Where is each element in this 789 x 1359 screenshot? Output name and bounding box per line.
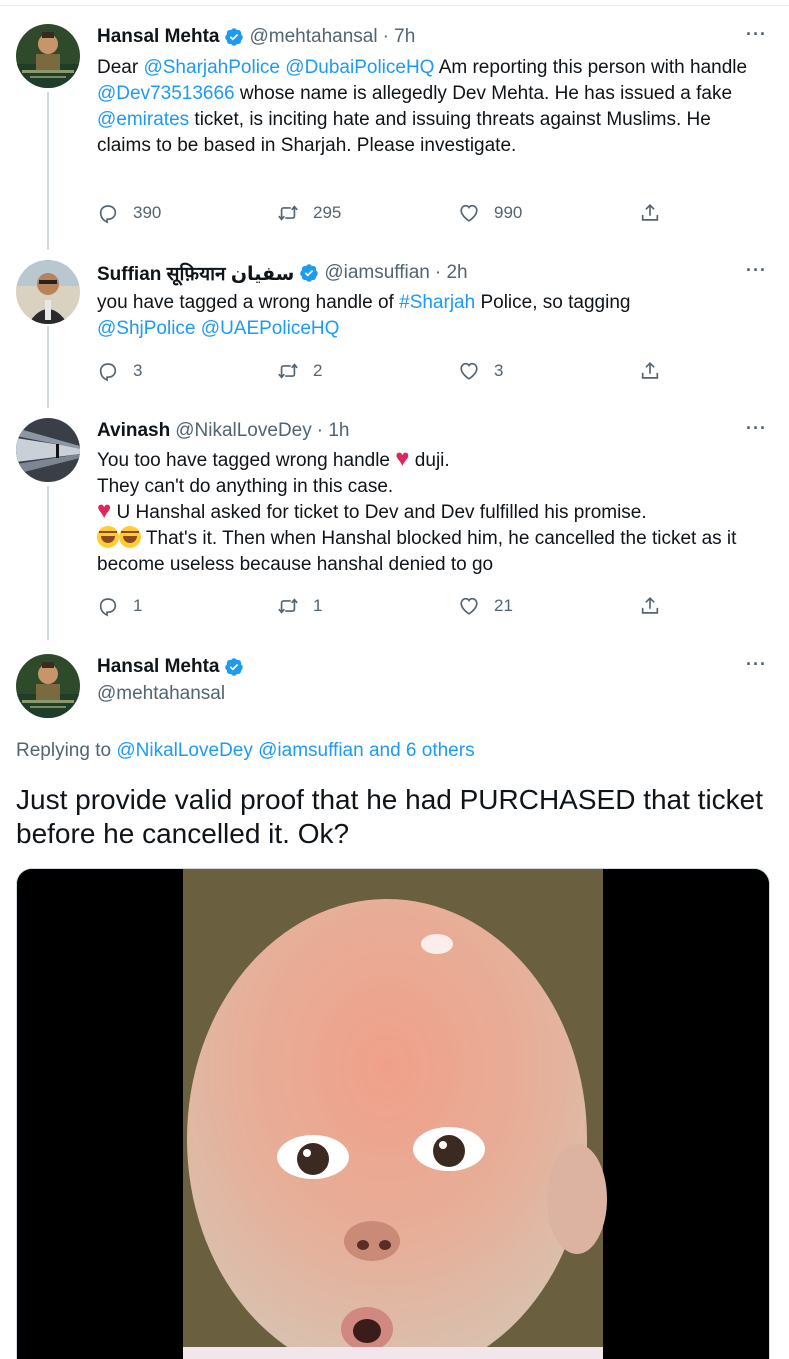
retweet-count: 295 xyxy=(313,203,342,222)
tweet[interactable]: Suffian सूफ़ियान سفیان @iamsuffian · 2h … xyxy=(0,260,789,390)
tweet-header: Hansal Mehta xyxy=(97,654,244,680)
retweet-button[interactable]: 295 xyxy=(277,202,341,224)
like-button[interactable]: 21 xyxy=(458,595,513,617)
focused-tweet-text: Just provide valid proof that he had PUR… xyxy=(16,784,764,849)
share-icon xyxy=(641,204,659,221)
timestamp[interactable]: · 1h xyxy=(317,420,350,442)
retweet-count: 1 xyxy=(313,596,323,615)
reply-button[interactable]: 390 xyxy=(97,202,161,224)
reply-icon xyxy=(99,598,117,617)
retweet-icon xyxy=(278,205,298,221)
tweet-text-segment: whose name is allegedly Dev Mehta. He ha… xyxy=(234,83,733,104)
reply-count: 1 xyxy=(133,596,143,615)
tweet-text-segment: ticket, is inciting hate and issuing thr… xyxy=(97,109,711,156)
verified-badge-icon xyxy=(225,28,244,46)
mention-link[interactable]: @DubaiPoliceHQ xyxy=(285,57,434,78)
reply-icon xyxy=(99,205,117,224)
tweet-text-segment: You too have tagged wrong handle xyxy=(97,450,396,471)
like-count: 3 xyxy=(494,361,504,380)
reply-button[interactable]: 3 xyxy=(97,360,142,382)
tweet-text-segment: Police, so tagging xyxy=(475,292,631,313)
tweet[interactable]: Avinash @NikalLoveDey · 1h ··· You too h… xyxy=(0,418,789,628)
tweet-media[interactable] xyxy=(16,868,770,1359)
mention-link[interactable]: @SharjahPolice xyxy=(143,57,280,78)
heart-outline-icon xyxy=(460,362,478,380)
verified-badge-icon xyxy=(225,658,244,676)
tweet-actions: 3 2 3 xyxy=(97,360,677,386)
tears-of-joy-emoji-icon xyxy=(119,526,141,548)
retweet-button[interactable]: 2 xyxy=(277,360,322,382)
avatar[interactable] xyxy=(16,24,80,88)
display-name[interactable]: Suffian सूफ़ियान سفیان xyxy=(97,260,294,286)
user-handle[interactable]: @iamsuffian xyxy=(324,262,430,284)
heart-outline-icon xyxy=(460,597,478,615)
tweet-text-segment: duji. xyxy=(409,450,450,471)
timestamp[interactable]: · 2h xyxy=(435,262,468,284)
more-options-icon[interactable]: ··· xyxy=(746,24,767,45)
more-options-icon[interactable]: ··· xyxy=(746,260,767,281)
tweet-header: Suffian सूफ़ियान سفیان @iamsuffian · 2h xyxy=(97,260,468,286)
top-divider xyxy=(0,0,789,6)
mention-link[interactable]: #Sharjah xyxy=(399,292,475,313)
display-name[interactable]: Hansal Mehta xyxy=(97,656,219,678)
tweet-text: Dear @SharjahPolice @DubaiPoliceHQ Am re… xyxy=(97,55,769,159)
tweet-text-segment: Am reporting this person with handle xyxy=(434,57,748,78)
tweet-text-segment: Dear xyxy=(97,57,144,78)
like-count: 990 xyxy=(494,203,523,222)
replying-prefix: Replying to xyxy=(16,740,117,761)
reply-icon xyxy=(99,363,117,382)
heart-outline-icon xyxy=(460,204,478,222)
mention-link[interactable]: @Dev73513666 xyxy=(97,83,235,104)
more-options-icon[interactable]: ··· xyxy=(746,654,767,675)
share-icon xyxy=(641,597,659,614)
mention-link[interactable]: @ShjPolice xyxy=(97,318,196,339)
reply-button[interactable]: 1 xyxy=(97,595,142,617)
reply-count: 390 xyxy=(133,203,162,222)
avatar[interactable] xyxy=(16,260,80,324)
tweet-actions: 1 1 21 xyxy=(97,595,677,621)
timestamp[interactable]: · 7h xyxy=(383,26,416,48)
red-heart-emoji-icon: ♥ xyxy=(97,497,112,524)
tweet-text-segment: you have tagged a wrong handle of xyxy=(97,292,400,313)
share-button[interactable] xyxy=(639,202,675,224)
verified-badge-icon xyxy=(300,264,319,282)
tweet-text-segment: U Hanshal asked for ticket to Dev and De… xyxy=(111,502,647,523)
user-handle[interactable]: @mehtahansal xyxy=(249,26,377,48)
tweet-text-segment: That's it. Then when Hanshal blocked him… xyxy=(97,528,737,575)
retweet-icon xyxy=(278,363,298,379)
baby-image xyxy=(17,869,769,1359)
share-icon xyxy=(641,362,659,379)
replying-to: Replying to @NikalLoveDey @iamsuffian an… xyxy=(16,740,475,762)
more-options-icon[interactable]: ··· xyxy=(746,418,767,439)
tweet-header: Avinash @NikalLoveDey · 1h xyxy=(97,418,349,444)
like-button[interactable]: 3 xyxy=(458,360,503,382)
share-button[interactable] xyxy=(639,360,675,382)
tears-of-joy-emoji-icon xyxy=(97,526,119,548)
tweet-header: Hansal Mehta @mehtahansal · 7h xyxy=(97,24,415,50)
retweet-count: 2 xyxy=(313,361,323,380)
mention-link[interactable]: @UAEPoliceHQ xyxy=(201,318,340,339)
tweet[interactable]: Hansal Mehta @mehtahansal · 7h ··· Dear … xyxy=(0,24,789,230)
share-button[interactable] xyxy=(639,595,675,617)
red-heart-emoji-icon: ♥ xyxy=(395,445,410,472)
tweet-text-segment: They can't do anything in this case. xyxy=(97,476,394,497)
display-name[interactable]: Avinash xyxy=(97,420,170,442)
user-handle[interactable]: @NikalLoveDey xyxy=(175,420,312,442)
retweet-icon xyxy=(278,598,298,614)
reply-count: 3 xyxy=(133,361,143,380)
replying-to-users[interactable]: @NikalLoveDey @iamsuffian and 6 others xyxy=(116,740,474,761)
avatar[interactable] xyxy=(16,418,80,482)
user-handle[interactable]: @mehtahansal xyxy=(97,683,225,705)
tweet-actions: 390 295 990 xyxy=(97,202,677,228)
focused-tweet: Hansal Mehta @mehtahansal ··· xyxy=(0,654,789,734)
avatar[interactable] xyxy=(16,654,80,718)
retweet-button[interactable]: 1 xyxy=(277,595,322,617)
display-name[interactable]: Hansal Mehta xyxy=(97,26,219,48)
like-count: 21 xyxy=(494,596,513,615)
tweet-text: You too have tagged wrong handle ♥ duji.… xyxy=(97,445,769,578)
tweet-text: you have tagged a wrong handle of #Sharj… xyxy=(97,290,769,342)
mention-link[interactable]: @emirates xyxy=(97,109,189,130)
like-button[interactable]: 990 xyxy=(458,202,522,224)
